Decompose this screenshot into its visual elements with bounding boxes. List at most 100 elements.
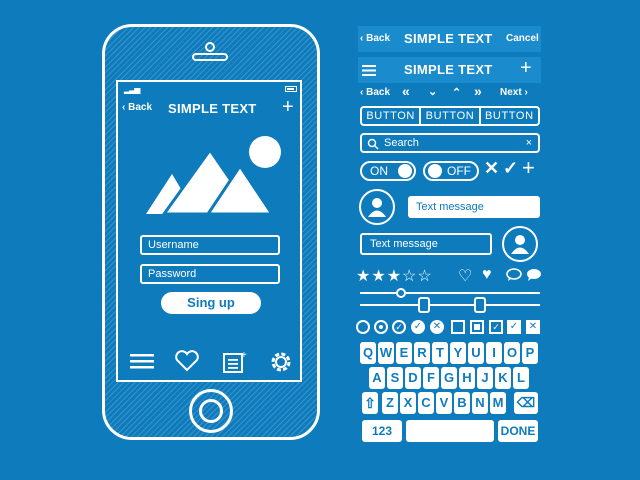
add-icon[interactable]: + <box>520 57 532 80</box>
key-s[interactable]: S <box>387 367 403 389</box>
phone-header: ‹ Back SIMPLE TEXT + <box>120 96 298 120</box>
star-filled-icon[interactable]: ★ <box>371 268 386 285</box>
notes-icon[interactable]: + <box>222 350 248 374</box>
menu-icon[interactable] <box>130 352 156 370</box>
toggle-on[interactable]: ON <box>360 161 416 181</box>
checkbox-checked[interactable]: ✓ <box>489 320 503 334</box>
menu-icon[interactable] <box>362 64 378 77</box>
avatar[interactable] <box>359 189 395 225</box>
key-n[interactable]: N <box>472 392 488 414</box>
checkbox-empty[interactable] <box>451 320 465 334</box>
double-left-icon[interactable]: « <box>402 83 410 99</box>
key-f[interactable]: F <box>423 367 439 389</box>
key-r[interactable]: R <box>414 342 430 364</box>
range-slider-track <box>360 304 540 306</box>
nav-bar-3: ‹ Back « ⌄ ⌃ » Next › <box>358 82 541 104</box>
password-field[interactable]: Password <box>140 264 280 284</box>
star-empty-icon[interactable]: ☆ <box>417 268 432 285</box>
radio-empty[interactable] <box>356 320 370 334</box>
star-filled-icon[interactable]: ★ <box>356 268 371 285</box>
numbers-key[interactable]: 123 <box>362 420 402 442</box>
settings-gear-icon[interactable] <box>268 349 294 375</box>
key-w[interactable]: W <box>378 342 394 364</box>
chat-filled-icon[interactable] <box>526 268 542 282</box>
bar3-next-button[interactable]: Next › <box>500 87 528 98</box>
add-icon[interactable]: + <box>522 155 535 181</box>
toggle-knob <box>428 164 442 178</box>
back-button[interactable]: ‹ Back <box>122 102 152 113</box>
range-slider-knob-right[interactable] <box>474 297 486 313</box>
key-k[interactable]: K <box>495 367 511 389</box>
heart-icon[interactable] <box>174 350 200 372</box>
svg-text:+: + <box>241 350 247 361</box>
key-g[interactable]: G <box>441 367 457 389</box>
bar3-next-label: Next <box>500 87 522 98</box>
add-icon[interactable]: + <box>282 96 294 119</box>
key-c[interactable]: C <box>418 392 434 414</box>
key-x[interactable]: X <box>400 392 416 414</box>
key-p[interactable]: P <box>522 342 538 364</box>
bar3-back-button[interactable]: ‹ Back <box>360 87 390 98</box>
segment-button-2[interactable]: BUTTON <box>421 108 481 124</box>
key-t[interactable]: T <box>432 342 448 364</box>
key-d[interactable]: D <box>405 367 421 389</box>
key-u[interactable]: U <box>468 342 484 364</box>
signup-button[interactable]: Sing up <box>161 292 261 314</box>
radio-checked[interactable]: ✓ <box>392 320 406 334</box>
radio-x-filled[interactable]: ✕ <box>430 320 444 334</box>
rating-stars[interactable]: ★★★☆☆ <box>356 266 433 286</box>
message-bubble-received: Text message <box>408 196 540 218</box>
key-y[interactable]: Y <box>450 342 466 364</box>
avatar[interactable] <box>502 226 538 262</box>
checkbox-x-filled[interactable]: ✕ <box>526 320 540 334</box>
double-right-icon[interactable]: » <box>474 83 482 99</box>
slider-track <box>360 292 540 294</box>
heart-outline-icon[interactable]: ♡ <box>458 266 472 286</box>
segment-button-1[interactable]: BUTTON <box>362 108 422 124</box>
toggle-off[interactable]: OFF <box>423 161 479 181</box>
key-z[interactable]: Z <box>382 392 398 414</box>
key-a[interactable]: A <box>369 367 385 389</box>
toggle-on-label: ON <box>370 164 388 178</box>
radio-selected[interactable] <box>374 320 388 334</box>
star-filled-icon[interactable]: ★ <box>387 268 402 285</box>
page-title: SIMPLE TEXT <box>168 101 257 116</box>
backspace-key[interactable]: ⌫ <box>514 392 538 414</box>
bar1-back-button[interactable]: ‹ Back <box>360 33 390 44</box>
bar1-cancel-button[interactable]: Cancel <box>506 33 539 44</box>
radio-checked-filled[interactable]: ✓ <box>411 320 425 334</box>
clear-icon[interactable]: × <box>526 135 532 151</box>
heart-filled-icon[interactable]: ♥ <box>482 266 492 284</box>
chat-outline-icon[interactable] <box>506 268 522 282</box>
chevron-down-icon[interactable]: ⌄ <box>428 85 437 98</box>
signal-icon: ▂▃▅ <box>124 85 141 94</box>
shift-key[interactable]: ⇧ <box>362 392 378 414</box>
checkbox-checked-filled[interactable]: ✓ <box>507 320 521 334</box>
star-empty-icon[interactable]: ☆ <box>402 268 417 285</box>
username-field[interactable]: Username <box>140 235 280 255</box>
slider-knob[interactable] <box>396 288 406 298</box>
user-icon <box>368 198 386 217</box>
key-e[interactable]: E <box>396 342 412 364</box>
checkmark-icon[interactable]: ✓ <box>503 158 518 179</box>
key-q[interactable]: Q <box>360 342 376 364</box>
bar1-back-label: Back <box>366 33 391 44</box>
key-h[interactable]: H <box>459 367 475 389</box>
checkbox-filled[interactable] <box>470 320 484 334</box>
segmented-control: BUTTON BUTTON BUTTON <box>360 106 540 126</box>
key-j[interactable]: J <box>477 367 493 389</box>
key-l[interactable]: L <box>513 367 529 389</box>
password-placeholder: Password <box>148 268 197 280</box>
key-i[interactable]: I <box>486 342 502 364</box>
key-o[interactable]: O <box>504 342 520 364</box>
range-slider-knob-left[interactable] <box>418 297 430 313</box>
search-input[interactable]: Search × <box>360 133 540 153</box>
close-icon[interactable]: ✕ <box>484 158 499 179</box>
key-v[interactable]: V <box>436 392 452 414</box>
key-m[interactable]: M <box>490 392 506 414</box>
done-key[interactable]: DONE <box>498 420 538 442</box>
chevron-up-icon[interactable]: ⌃ <box>452 86 461 99</box>
space-key[interactable] <box>406 420 494 442</box>
key-b[interactable]: B <box>454 392 470 414</box>
segment-button-3[interactable]: BUTTON <box>481 108 538 124</box>
